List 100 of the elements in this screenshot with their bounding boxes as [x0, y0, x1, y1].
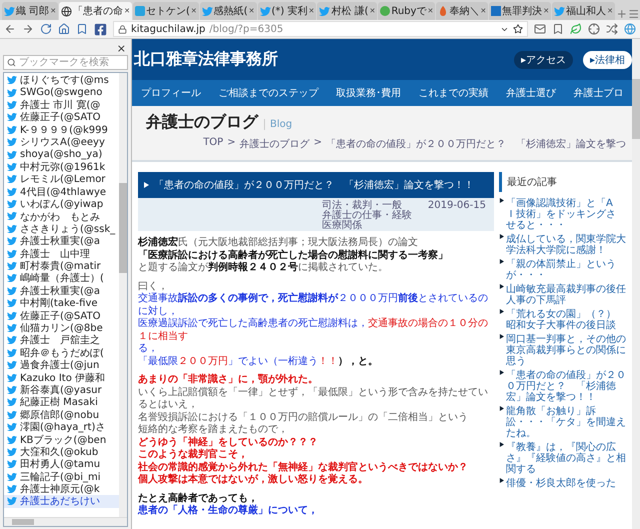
- nav-item[interactable]: プロフィール: [134, 86, 207, 100]
- bookmark-item[interactable]: 弁護士 山中理: [4, 247, 119, 260]
- bookmark-item[interactable]: 佐藤正子(@SATO: [4, 309, 119, 322]
- bird-icon: [202, 6, 213, 16]
- article-link[interactable]: 「患者の命の値段」が２０ ０万円だと？ 「杉浦徳 宏」論文を撃つ！！: [506, 370, 626, 403]
- bookmark-item[interactable]: ほりぐちです(@ms: [4, 74, 119, 86]
- bookmark-item[interactable]: 弁護士秋重実(@a: [4, 284, 119, 298]
- bookmark-item[interactable]: 4代目(@4thlawye: [4, 186, 119, 198]
- bookmark-item[interactable]: SWGo(@swgeno: [4, 86, 119, 99]
- bookmark-item[interactable]: 弁護士秋重実(@a: [4, 235, 119, 248]
- address-bar[interactable]: kitaguchilaw.jp /blog/?p=6305: [113, 21, 528, 37]
- bird-icon: [7, 484, 17, 494]
- bookmark-item[interactable]: シリウスA(@eeyy: [4, 136, 119, 148]
- article-line: あまりの「非常識さ」に，顎が外れた。: [138, 374, 319, 386]
- bird-icon: [7, 211, 17, 222]
- new-tab-icon[interactable]: [616, 8, 628, 20]
- reload-icon[interactable]: [40, 23, 52, 35]
- article-link[interactable]: 龍角散「お触り」訴 訟・・・「ケタ」を間違え たね。: [506, 406, 626, 439]
- bird-icon: [7, 384, 17, 395]
- bookmark-item[interactable]: 弁護士 市川 寛(@: [4, 98, 119, 112]
- bookmark-item[interactable]: 紀藤正樹 Masaki: [4, 396, 119, 409]
- bookmark-item[interactable]: 中村元弥(@1961k: [4, 160, 119, 174]
- home-icon[interactable]: [58, 23, 70, 35]
- bird-icon: [7, 323, 17, 333]
- triangle-icon: [499, 442, 504, 447]
- bookmark-item[interactable]: 澪園(@haya_rt)さ: [4, 420, 119, 434]
- bookmark-icon[interactable]: [76, 23, 88, 35]
- article-line: いくら上記賠償額を「一律」とせず，「最低限」という形で含みを持たせているとはいえ，: [138, 386, 489, 412]
- star-icon[interactable]: [513, 24, 523, 34]
- bookmark-item[interactable]: 過食弁護士(@jun: [4, 358, 119, 372]
- breadcrumb-separator: >: [314, 137, 322, 150]
- triangle-icon: [143, 182, 149, 188]
- bookmark-item[interactable]: 郷原信郎(@nobu: [4, 408, 119, 421]
- article-line: 「医療訴訟における高齢者が死亡した場合の慰謝料に関する一考察」: [138, 250, 449, 262]
- article-link[interactable]: 「荒れる女の園」（？） 昭和女子大事件の後日談: [506, 309, 616, 331]
- bird-icon: [7, 360, 17, 370]
- article-link[interactable]: 「画像認識技術」と「A Ｉ技術」をドッキングさ せると・・・: [506, 198, 616, 231]
- nav-item[interactable]: 弁護士ブロ: [567, 86, 630, 100]
- envelope-icon[interactable]: [534, 23, 546, 35]
- back-icon[interactable]: [4, 23, 16, 35]
- close-button[interactable]: ×: [116, 42, 128, 54]
- article-link[interactable]: 山崎敏充最高裁判事の後任 人事の下馬評: [506, 284, 626, 306]
- scrollbar[interactable]: [632, 39, 640, 529]
- bookmark-item[interactable]: 町村泰貴(@matir: [4, 260, 119, 272]
- bookmark-item[interactable]: 弁護士あだちけい: [4, 495, 119, 508]
- bird-icon: [7, 150, 17, 160]
- nav-item[interactable]: ご相談までのステップ: [212, 86, 324, 100]
- bookmark-item[interactable]: 嶋崎量（弁護士）(: [4, 272, 119, 285]
- nav-item[interactable]: 取扱業務･費用: [330, 86, 407, 100]
- shuffle-icon[interactable]: [606, 23, 618, 35]
- breadcrumb-separator: >: [227, 137, 236, 150]
- bookmark-item[interactable]: 弁護士 戸舘圭之: [4, 334, 119, 347]
- bookmark-item[interactable]: 弁護士神原元(@k: [4, 482, 119, 496]
- bookmark-icon[interactable]: [552, 23, 564, 35]
- article-title: 「患者の命の値段」が２００万円だと？ 「杉浦徳宏」論文を撃つ！！: [154, 178, 474, 192]
- header-button[interactable]: ▸アクセス: [514, 50, 573, 68]
- forward-icon[interactable]: [22, 23, 34, 35]
- crosshair-icon[interactable]: [588, 23, 600, 35]
- article-line: たとえ高齢者であっても，: [138, 492, 259, 504]
- menu-icon[interactable]: [628, 8, 640, 20]
- site-title[interactable]: 北口雅章法律事務所: [134, 49, 278, 70]
- bookmark-item[interactable]: ささきりょう(@ssk_: [4, 222, 119, 236]
- globe-icon[interactable]: [624, 23, 636, 35]
- bookmark-item[interactable]: 佐藤正子(@SATO: [4, 111, 119, 124]
- bookmark-item[interactable]: 昭弁＠もうだめぽ(: [4, 346, 119, 359]
- bookmark-item[interactable]: Kazuko Ito 伊藤和: [4, 371, 119, 384]
- search-icon: [7, 58, 16, 67]
- leaf-icon[interactable]: [570, 23, 582, 35]
- article-link[interactable]: 成仏している，関東学院大 学法科大学院に感謝！: [506, 234, 626, 256]
- bookmark-item[interactable]: 中村剛(take-five: [4, 297, 119, 310]
- search-field[interactable]: ブックマークを検索: [3, 55, 128, 70]
- bookmark-item[interactable]: 三輪記子(@bi_mi: [4, 470, 119, 483]
- scrollbar[interactable]: [119, 73, 127, 517]
- nav-item[interactable]: これまでの実績: [412, 86, 494, 100]
- article-link[interactable]: 『教養』は，『関心の広 さ』『経験値の高さ』と相 関する: [506, 442, 626, 475]
- bookmark-item[interactable]: 田村勇人(@tamu: [4, 458, 119, 470]
- bookmark-item[interactable]: 大窪和久(@okub: [4, 446, 119, 458]
- bird-icon: [7, 372, 17, 383]
- bookmark-item[interactable]: KBブラック(@ben: [4, 433, 119, 446]
- article-link[interactable]: 「親の体罰禁止」という が・・・: [506, 259, 616, 281]
- header-button[interactable]: ▸法律相: [582, 50, 632, 68]
- bookmark-item[interactable]: 新谷泰真(@yasur: [4, 384, 119, 396]
- category-link[interactable]: 弁護士の仕事・経験: [322, 211, 412, 221]
- facebook-icon[interactable]: [94, 22, 107, 36]
- breadcrumb-link[interactable]: 弁護士のブログ: [240, 137, 310, 151]
- bookmark-item[interactable]: shoya(@sho_ya): [4, 148, 119, 161]
- breadcrumb-link[interactable]: TOP: [203, 137, 224, 151]
- bookmark-item[interactable]: K-９９９９(@k999: [4, 124, 119, 136]
- category-link[interactable]: 司法・裁判・一般: [322, 201, 412, 211]
- bookmark-item[interactable]: 仙猫カリン(@8be: [4, 322, 119, 334]
- bookmark-item[interactable]: なかがわ もとみ: [4, 210, 119, 223]
- scrollbar[interactable]: [4, 517, 127, 526]
- category-link[interactable]: 医療関係: [322, 221, 412, 231]
- globe-icon: [61, 6, 72, 16]
- nav-item[interactable]: 弁護士選び: [500, 86, 562, 100]
- bookmark-item[interactable]: いわぽん(@yiwap: [4, 198, 119, 210]
- article-link[interactable]: 岡口基一判事と，その他の 東京高裁判事らとの関係に 思う: [506, 334, 626, 367]
- breadcrumb-link[interactable]: 「患者の命の値段」が２００万円だと？ 「杉浦徳宏」論文を撃つ: [326, 137, 626, 151]
- bookmark-item[interactable]: レモミル(@Lemor: [4, 173, 119, 186]
- article-link[interactable]: 俳優・杉良太郎を使った: [506, 478, 616, 489]
